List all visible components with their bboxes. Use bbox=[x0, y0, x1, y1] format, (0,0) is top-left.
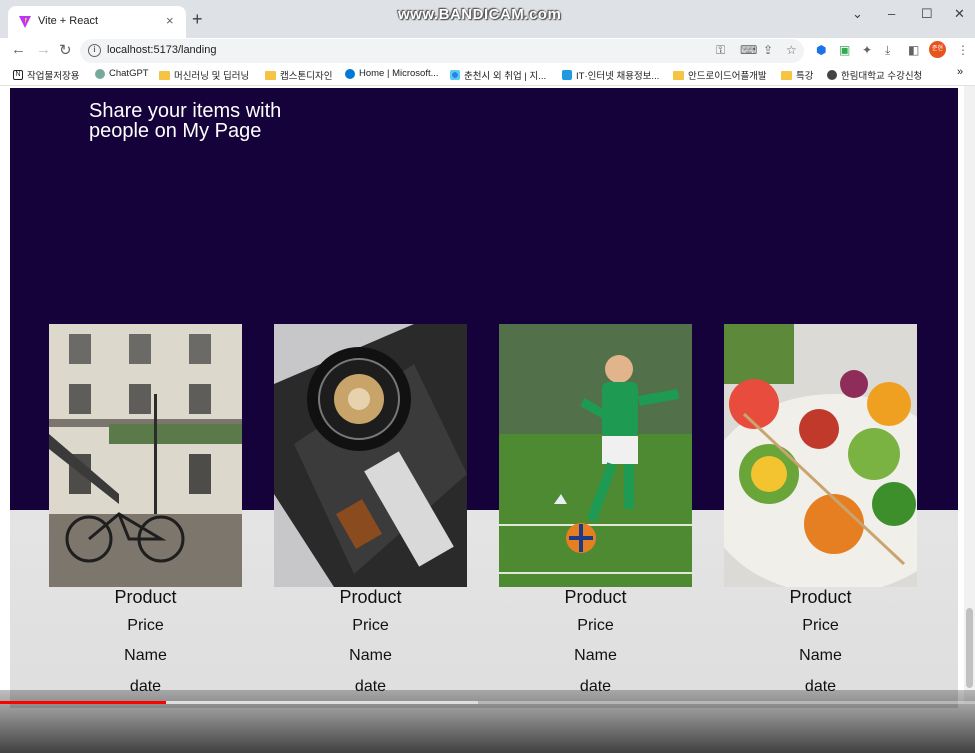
notion-icon: N bbox=[13, 70, 23, 80]
bookmark-item[interactable]: 캡스톤디자인 bbox=[265, 68, 332, 82]
download-icon[interactable]: ⤓ bbox=[885, 43, 890, 58]
vite-icon bbox=[19, 16, 31, 28]
key-icon[interactable]: ⚿ bbox=[716, 43, 725, 58]
translate-icon[interactable]: ⌨ bbox=[740, 43, 757, 57]
bookmark-label: 캡스톤디자인 bbox=[280, 71, 333, 82]
bookmark-label: 안드로이드어플개발 bbox=[688, 71, 767, 82]
bookmark-label: ChatGPT bbox=[109, 68, 149, 79]
shield-extension-icon[interactable]: ⬢ bbox=[816, 43, 826, 57]
product-name: Name bbox=[124, 647, 167, 664]
folder-icon bbox=[159, 70, 170, 80]
product-title: Product bbox=[114, 587, 177, 607]
video-played-bar bbox=[0, 701, 166, 704]
address-bar[interactable]: i localhost:5173/landing ⚿ ⌨ ⇪ ☆ bbox=[80, 39, 804, 63]
dots-icon bbox=[450, 70, 460, 80]
bookmark-label: Home | Microsoft... bbox=[359, 68, 439, 79]
globe-icon bbox=[827, 70, 837, 80]
browser-toolbar: ← → ↻ i localhost:5173/landing ⚿ ⌨ ⇪ ☆ bbox=[0, 38, 975, 64]
profile-avatar[interactable]: 준현 bbox=[929, 41, 946, 58]
building-bicycle-photo[interactable] bbox=[49, 324, 242, 587]
bookmark-label: 특강 bbox=[796, 71, 814, 82]
chat-icon bbox=[562, 70, 572, 80]
side-panel-icon[interactable]: ◧ bbox=[908, 43, 919, 57]
camera-image bbox=[274, 324, 467, 587]
bookmark-label: 한림대학교 수강신청 bbox=[841, 71, 923, 82]
landing-page: Share your items with people on My Page bbox=[10, 88, 958, 708]
bookmarks-overflow-button[interactable]: » bbox=[957, 66, 963, 78]
bookmark-label: IT·인터넷 채용정보... bbox=[576, 71, 660, 82]
product-name: Name bbox=[574, 647, 617, 664]
browser-window: Vite + React × + www.BANDICAM.com ⌄ – ☐ … bbox=[0, 0, 975, 753]
bookmark-item[interactable]: 특강 bbox=[781, 68, 813, 82]
bookmark-label: 춘천시 외 취업 | 지... bbox=[464, 71, 547, 82]
page-viewport: Share your items with people on My Page bbox=[0, 86, 975, 753]
product-title: Product bbox=[564, 587, 627, 607]
bookmark-star-icon[interactable]: ☆ bbox=[786, 43, 797, 57]
bookmark-item[interactable]: 한림대학교 수강신청 bbox=[827, 68, 922, 82]
soccer-image bbox=[499, 324, 692, 587]
maximize-button[interactable]: ☐ bbox=[921, 6, 933, 22]
bookmark-item[interactable]: Home | Microsoft... bbox=[345, 68, 439, 79]
product-price: Price bbox=[127, 617, 164, 634]
folder-icon bbox=[265, 70, 276, 80]
tab-strip: Vite + React × + www.BANDICAM.com ⌄ – ☐ … bbox=[0, 0, 975, 38]
menu-icon[interactable]: ⋮ bbox=[957, 43, 969, 57]
bookmark-item[interactable]: IT·인터넷 채용정보... bbox=[562, 68, 659, 82]
tab-close-icon[interactable]: × bbox=[166, 13, 174, 28]
browser-tab[interactable]: Vite + React × bbox=[8, 6, 186, 38]
back-icon[interactable]: ← bbox=[11, 41, 26, 58]
forward-icon[interactable]: → bbox=[36, 41, 51, 58]
skewers-image bbox=[724, 324, 917, 587]
share-icon[interactable]: ⇪ bbox=[763, 43, 773, 57]
reload-icon[interactable]: ↻ bbox=[59, 41, 72, 59]
product-price: Price bbox=[577, 617, 614, 634]
product-card[interactable] bbox=[724, 324, 917, 587]
minimize-button[interactable]: – bbox=[888, 6, 895, 21]
canon-camera-photo[interactable] bbox=[274, 324, 467, 587]
page-scrollbar[interactable] bbox=[964, 86, 975, 703]
bookmark-label: 머신러닝 및 딥러닝 bbox=[174, 71, 250, 82]
video-player-controls bbox=[0, 690, 975, 753]
video-progress-bar[interactable] bbox=[0, 701, 975, 704]
folder-icon bbox=[781, 70, 792, 80]
new-tab-button[interactable]: + bbox=[192, 10, 203, 28]
bookmarks-bar: N 작업물저장용 ChatGPT 머신러닝 및 딥러닝 캡스톤디자인 Home … bbox=[0, 64, 975, 86]
product-card[interactable] bbox=[499, 324, 692, 587]
scrollbar-thumb[interactable] bbox=[966, 608, 973, 688]
bookmark-label: 작업물저장용 bbox=[27, 71, 80, 82]
boy-soccer-photo[interactable] bbox=[499, 324, 692, 587]
product-price: Price bbox=[352, 617, 389, 634]
microsoft-icon bbox=[345, 68, 355, 79]
bookmark-item[interactable]: 안드로이드어플개발 bbox=[673, 68, 767, 82]
url-text[interactable]: localhost:5173/landing bbox=[107, 44, 216, 56]
product-price: Price bbox=[802, 617, 839, 634]
close-window-button[interactable]: ✕ bbox=[954, 6, 965, 22]
building-bicycle-image bbox=[49, 324, 242, 587]
green-extension-icon[interactable]: ▣ bbox=[839, 43, 850, 57]
site-info-icon[interactable]: i bbox=[88, 44, 101, 57]
bookmark-item[interactable]: ChatGPT bbox=[95, 68, 149, 79]
bookmark-item[interactable]: 춘천시 외 취업 | 지... bbox=[450, 68, 546, 82]
product-name: Name bbox=[799, 647, 842, 664]
hero-text: Share your items with people on My Page bbox=[89, 100, 282, 142]
product-title: Product bbox=[789, 587, 852, 607]
folder-icon bbox=[673, 70, 684, 80]
bookmark-item[interactable]: N 작업물저장용 bbox=[13, 68, 79, 82]
product-card[interactable] bbox=[274, 324, 467, 587]
product-title: Product bbox=[339, 587, 402, 607]
puzzle-extensions-icon[interactable]: ✦ bbox=[862, 43, 872, 57]
recording-watermark: www.BANDICAM.com bbox=[398, 6, 562, 23]
tab-search-icon[interactable]: ⌄ bbox=[852, 6, 863, 22]
bookmark-item[interactable]: 머신러닝 및 딥러닝 bbox=[159, 68, 249, 82]
product-card[interactable] bbox=[49, 324, 242, 587]
chatgpt-icon bbox=[95, 68, 105, 79]
product-name: Name bbox=[349, 647, 392, 664]
vegetable-skewers-photo[interactable] bbox=[724, 324, 917, 587]
tab-title: Vite + React bbox=[38, 15, 99, 27]
